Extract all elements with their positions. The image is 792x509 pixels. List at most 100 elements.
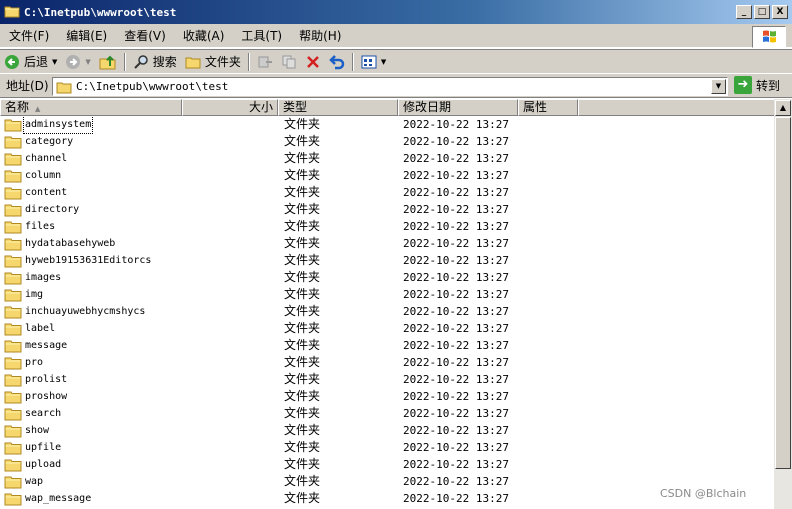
file-type: 文件夹 bbox=[284, 491, 321, 505]
file-row[interactable]: upfile 文件夹 2022-10-22 13:27 bbox=[0, 439, 774, 456]
file-modified: 2022-10-22 13:27 bbox=[403, 254, 509, 267]
go-arrow-icon: ➜ bbox=[734, 76, 752, 94]
file-row[interactable]: wap_message 文件夹 2022-10-22 13:27 bbox=[0, 490, 774, 507]
file-row[interactable]: column 文件夹 2022-10-22 13:27 bbox=[0, 167, 774, 184]
folders-label: 文件夹 bbox=[204, 55, 241, 69]
menu-help[interactable]: 帮助(H) bbox=[290, 27, 349, 44]
file-name-cell: pro bbox=[4, 354, 44, 371]
file-row[interactable]: category 文件夹 2022-10-22 13:27 bbox=[0, 133, 774, 150]
file-type: 文件夹 bbox=[284, 304, 321, 318]
file-type: 文件夹 bbox=[284, 474, 321, 488]
file-row[interactable]: files 文件夹 2022-10-22 13:27 bbox=[0, 218, 774, 235]
file-name-cell: channel bbox=[4, 150, 68, 167]
chevron-down-icon[interactable]: ▼ bbox=[381, 58, 386, 66]
file-modified: 2022-10-22 13:27 bbox=[403, 203, 509, 216]
go-label: 转到 bbox=[756, 78, 781, 93]
chevron-down-icon[interactable]: ▼ bbox=[52, 58, 57, 66]
scroll-thumb[interactable] bbox=[775, 117, 791, 469]
folder-icon bbox=[185, 57, 201, 68]
column-attributes[interactable]: 属性 bbox=[518, 99, 578, 116]
file-row[interactable]: search 文件夹 2022-10-22 13:27 bbox=[0, 405, 774, 422]
forward-arrow-icon bbox=[66, 54, 81, 69]
file-row[interactable]: upload 文件夹 2022-10-22 13:27 bbox=[0, 456, 774, 473]
column-type[interactable]: 类型 bbox=[278, 99, 398, 116]
column-name-label: 名称 bbox=[5, 100, 30, 114]
file-name-cell: img bbox=[4, 286, 44, 303]
file-modified: 2022-10-22 13:27 bbox=[403, 441, 509, 454]
file-name-cell: search bbox=[4, 405, 62, 422]
address-input[interactable]: C:\Inetpub\wwwroot\test ▼ bbox=[52, 77, 728, 96]
file-row[interactable]: img 文件夹 2022-10-22 13:27 bbox=[0, 286, 774, 303]
file-row[interactable]: hydatabasehyweb 文件夹 2022-10-22 13:27 bbox=[0, 235, 774, 252]
file-name: column bbox=[25, 170, 62, 181]
file-name-cell: hydatabasehyweb bbox=[4, 235, 116, 252]
watermark: CSDN @Blchain bbox=[660, 487, 747, 500]
folder-icon bbox=[4, 340, 22, 352]
vertical-scrollbar[interactable]: ▲ bbox=[774, 99, 792, 509]
go-button[interactable]: ➜ 转到 bbox=[734, 76, 780, 94]
forward-button[interactable]: ▼ bbox=[61, 51, 94, 73]
folder-icon bbox=[4, 4, 20, 21]
folder-icon bbox=[4, 255, 22, 267]
file-modified: 2022-10-22 13:27 bbox=[403, 373, 509, 386]
folder-icon bbox=[4, 289, 22, 301]
title-bar: C:\Inetpub\wwwroot\test _ □ X bbox=[0, 0, 792, 24]
chevron-down-icon[interactable]: ▼ bbox=[85, 58, 90, 66]
file-name: upfile bbox=[25, 442, 62, 453]
close-button[interactable]: X bbox=[772, 5, 788, 19]
file-row[interactable]: hyweb19153631Editorcs 文件夹 2022-10-22 13:27 bbox=[0, 252, 774, 269]
folder-icon bbox=[4, 272, 22, 284]
file-row[interactable]: label 文件夹 2022-10-22 13:27 bbox=[0, 320, 774, 337]
back-button[interactable]: 后退 ▼ bbox=[0, 51, 61, 73]
menu-view[interactable]: 查看(V) bbox=[115, 27, 174, 44]
chevron-down-icon[interactable]: ▼ bbox=[711, 79, 726, 94]
file-name-cell: label bbox=[4, 320, 56, 337]
folder-icon bbox=[4, 238, 22, 250]
maximize-button[interactable]: □ bbox=[754, 5, 770, 19]
file-name-cell: files bbox=[4, 218, 56, 235]
undo-button[interactable] bbox=[325, 51, 349, 73]
file-modified: 2022-10-22 13:27 bbox=[403, 237, 509, 250]
file-row[interactable]: channel 文件夹 2022-10-22 13:27 bbox=[0, 150, 774, 167]
file-row[interactable]: proshow 文件夹 2022-10-22 13:27 bbox=[0, 388, 774, 405]
minimize-button[interactable]: _ bbox=[736, 5, 752, 19]
file-name-cell: upfile bbox=[4, 439, 62, 456]
views-button[interactable]: ▼ bbox=[357, 51, 390, 73]
folder-icon bbox=[4, 187, 22, 199]
delete-button[interactable] bbox=[301, 51, 325, 73]
file-row[interactable]: inchuayuwebhycmshycs 文件夹 2022-10-22 13:27 bbox=[0, 303, 774, 320]
file-row[interactable]: images 文件夹 2022-10-22 13:27 bbox=[0, 269, 774, 286]
copy-to-icon bbox=[282, 55, 296, 68]
file-row[interactable]: content 文件夹 2022-10-22 13:27 bbox=[0, 184, 774, 201]
file-row[interactable]: pro 文件夹 2022-10-22 13:27 bbox=[0, 354, 774, 371]
file-row[interactable]: wap 文件夹 2022-10-22 13:27 bbox=[0, 473, 774, 490]
file-name-cell: adminsystem bbox=[4, 116, 94, 134]
move-to-button[interactable] bbox=[253, 51, 277, 73]
file-row[interactable]: prolist 文件夹 2022-10-22 13:27 bbox=[0, 371, 774, 388]
menu-edit[interactable]: 编辑(E) bbox=[57, 27, 115, 44]
menu-tools[interactable]: 工具(T) bbox=[232, 27, 290, 44]
column-name[interactable]: 名称 ▲ bbox=[0, 99, 182, 116]
up-folder-button[interactable] bbox=[95, 51, 121, 73]
scroll-up-button[interactable]: ▲ bbox=[775, 100, 791, 116]
file-name-cell: hyweb19153631Editorcs bbox=[4, 252, 152, 269]
menu-favorites[interactable]: 收藏(A) bbox=[174, 27, 233, 44]
copy-to-button[interactable] bbox=[277, 51, 301, 73]
folder-icon bbox=[4, 170, 22, 182]
search-button[interactable]: 搜索 bbox=[129, 51, 181, 73]
file-row[interactable]: message 文件夹 2022-10-22 13:27 bbox=[0, 337, 774, 354]
column-header: 名称 ▲ 大小 类型 修改日期 属性 bbox=[0, 99, 776, 116]
file-type: 文件夹 bbox=[284, 440, 321, 454]
column-modified[interactable]: 修改日期 bbox=[398, 99, 518, 116]
file-row[interactable]: show 文件夹 2022-10-22 13:27 bbox=[0, 422, 774, 439]
menu-file[interactable]: 文件(F) bbox=[0, 27, 57, 44]
column-size[interactable]: 大小 bbox=[182, 99, 278, 116]
file-name: hydatabasehyweb bbox=[25, 238, 116, 249]
file-name-cell: images bbox=[4, 269, 62, 286]
address-path: C:\Inetpub\wwwroot\test bbox=[76, 80, 229, 93]
file-name-cell: message bbox=[4, 337, 68, 354]
file-row[interactable]: adminsystem 文件夹 2022-10-22 13:27 bbox=[0, 116, 774, 134]
file-name-cell: prolist bbox=[4, 371, 68, 388]
file-row[interactable]: directory 文件夹 2022-10-22 13:27 bbox=[0, 201, 774, 218]
folders-button[interactable]: 文件夹 bbox=[181, 51, 245, 73]
